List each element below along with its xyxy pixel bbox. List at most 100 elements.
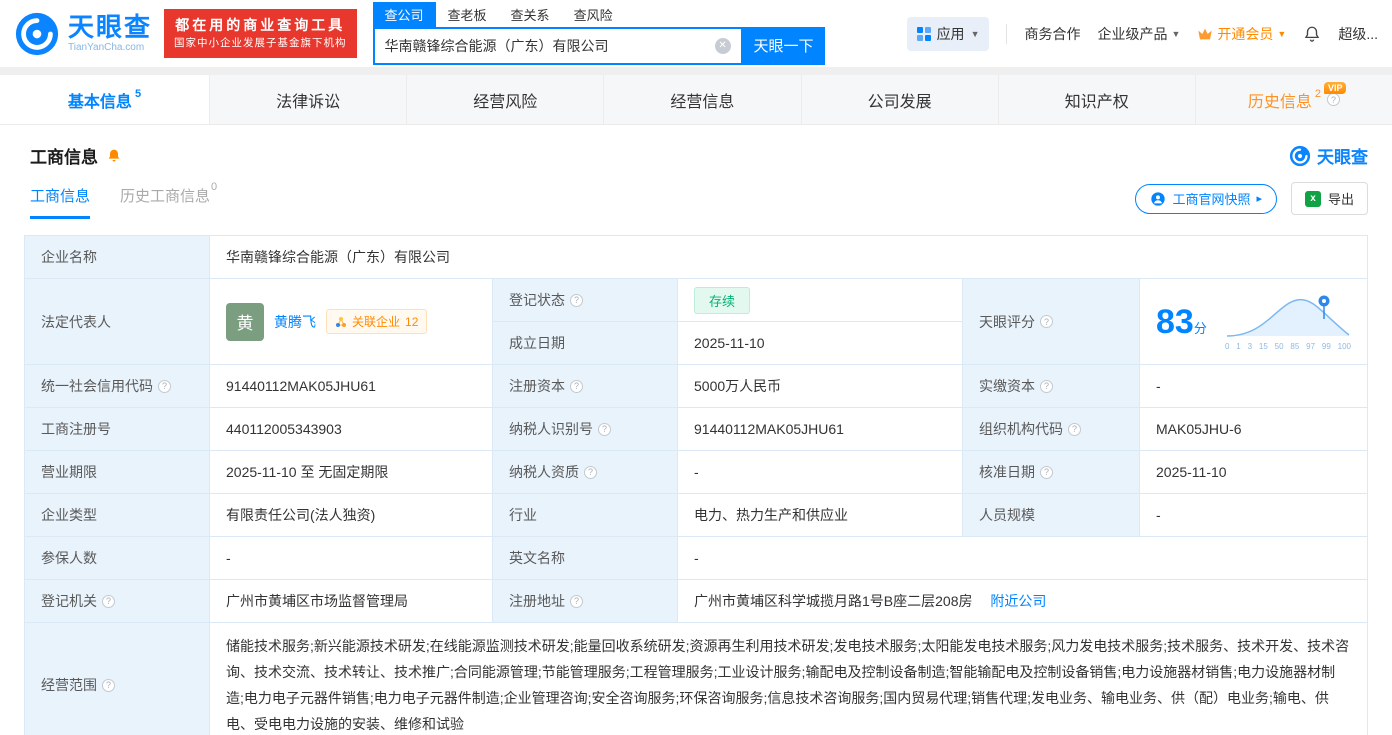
field-value-credit-code: 91440112MAK05JHU61 <box>209 364 493 408</box>
tianyancha-logo-icon <box>15 12 59 55</box>
help-icon[interactable]: ? <box>102 678 115 692</box>
vip-badge: VIP <box>1323 82 1347 94</box>
bell-icon[interactable] <box>1303 25 1321 43</box>
tianyancha-logo[interactable]: 天眼查 TianYanCha.com <box>14 11 152 57</box>
field-label-establish-date: 成立日期 <box>492 321 678 365</box>
chevron-down-icon: ▼ <box>1277 28 1287 39</box>
related-companies-tag[interactable]: 关联企业 12 <box>326 309 428 334</box>
field-value-org-code: MAK05JHU-6 <box>1139 407 1368 451</box>
field-label-reg-authority: 登记机关? <box>24 579 210 623</box>
field-label-reg-number: 工商注册号 <box>24 407 210 451</box>
search-tab-company[interactable]: 查公司 <box>372 1 436 27</box>
table-row: 经营范围? 储能技术服务;新兴能源技术研发;在线能源监测技术研发;能量回收系统研… <box>24 622 1368 735</box>
search-tab-relation[interactable]: 查关系 <box>499 2 562 27</box>
help-icon[interactable]: ? <box>1040 315 1053 328</box>
tab-legal-proceedings[interactable]: 法律诉讼 <box>209 75 406 124</box>
tab-basic-info[interactable]: 基本信息 5 <box>0 75 209 124</box>
field-value-reg-number: 440112005343903 <box>209 407 493 451</box>
tab-company-development[interactable]: 公司发展 <box>800 75 998 124</box>
field-label-paid-capital: 实缴资本? <box>962 364 1140 408</box>
top-menu: 应用 ▼ 商务合作 企业级产品 ▼ 开通会员 ▼ 超级... <box>906 16 1378 51</box>
menu-open-vip[interactable]: 开通会员 ▼ <box>1197 24 1286 44</box>
field-label-business-scope: 经营范围? <box>24 622 210 735</box>
search-tab-risk[interactable]: 查风险 <box>562 2 625 27</box>
subtab-history-business-info[interactable]: 历史工商信息0 <box>120 181 217 219</box>
field-label-reg-address: 注册地址? <box>492 579 678 623</box>
slogan-banner: 都在用的商业查询工具 国家中小企业发展子基金旗下机构 <box>164 9 357 58</box>
subscribe-bell-icon[interactable] <box>106 148 122 164</box>
field-value-business-term: 2025-11-10 至 无固定期限 <box>209 450 493 494</box>
table-row: 统一社会信用代码? 91440112MAK05JHU61 注册资本? 5000万… <box>24 364 1368 408</box>
official-snapshot-button[interactable]: 工商官网快照 ▸ <box>1135 183 1277 214</box>
tianyancha-logo-icon <box>1289 145 1311 166</box>
field-value-company-name: 华南赣锋综合能源（广东）有限公司 <box>209 235 1368 279</box>
field-value-industry: 电力、热力生产和供应业 <box>677 493 963 537</box>
help-icon[interactable]: ? <box>570 594 583 608</box>
tab-business-risk[interactable]: 经营风险 <box>406 75 603 124</box>
crown-icon <box>1198 28 1213 39</box>
related-graph-icon <box>336 316 346 327</box>
search-input-wrap: ✕ <box>372 26 743 65</box>
logo-title: 天眼查 <box>68 12 153 42</box>
field-label-business-term: 营业期限 <box>24 450 210 494</box>
field-value-reg-capital: 5000万人民币 <box>677 364 963 408</box>
help-icon[interactable]: ? <box>1040 379 1053 393</box>
score-axis-ticks: 0 1 3 15 50 85 97 99 100 <box>1225 342 1351 351</box>
search-input[interactable] <box>374 37 715 54</box>
search-tab-boss[interactable]: 查老板 <box>436 2 499 27</box>
export-button[interactable]: x 导出 <box>1290 182 1368 215</box>
field-label-english-name: 英文名称 <box>492 536 678 580</box>
help-icon[interactable]: ? <box>570 379 583 393</box>
clear-icon[interactable]: ✕ <box>714 37 731 54</box>
tab-business-info[interactable]: 经营信息 <box>603 75 800 124</box>
help-icon[interactable]: ? <box>1068 422 1081 436</box>
field-label-company-name: 企业名称 <box>24 235 210 279</box>
table-row: 法定代表人 黄 黄腾飞 关联企业 12 登记状态 ? 存续 天眼评分 ? 83分… <box>24 278 1368 365</box>
help-icon[interactable]: ? <box>158 379 171 393</box>
search-area: 查公司 查老板 查关系 查风险 ✕ 天眼一下 <box>372 1 825 65</box>
legal-rep-name-link[interactable]: 黄腾飞 <box>274 312 316 332</box>
table-row: 企业名称 华南赣锋综合能源（广东）有限公司 <box>24 235 1368 279</box>
field-label-insured-count: 参保人数 <box>24 536 210 580</box>
menu-enterprise-product[interactable]: 企业级产品 ▼ <box>1097 24 1180 44</box>
subtab-business-info[interactable]: 工商信息 <box>30 185 91 219</box>
person-badge-icon <box>1151 191 1166 206</box>
table-row: 工商注册号 440112005343903 纳税人识别号? 91440112MA… <box>24 407 1368 451</box>
chevron-down-icon: ▼ <box>970 28 980 39</box>
field-label-approval-date: 核准日期? <box>962 450 1140 494</box>
excel-icon: x <box>1304 190 1321 207</box>
field-label-company-type: 企业类型 <box>24 493 210 537</box>
field-value-insured-count: - <box>209 536 493 580</box>
menu-super[interactable]: 超级... <box>1338 24 1378 44</box>
field-value-english-name: - <box>677 536 1368 580</box>
field-label-taxpayer-quality: 纳税人资质? <box>492 450 678 494</box>
field-label-legal-rep: 法定代表人 <box>24 278 210 365</box>
help-icon[interactable]: ? <box>570 293 583 307</box>
help-icon[interactable]: ? <box>1327 93 1341 106</box>
legal-rep-avatar[interactable]: 黄 <box>226 302 264 341</box>
help-icon[interactable]: ? <box>1040 465 1053 479</box>
header-separator <box>0 67 1392 75</box>
field-value-taxpayer-quality: - <box>677 450 963 494</box>
field-value-business-scope: 储能技术服务;新兴能源技术研发;在线能源监测技术研发;能量回收系统研发;资源再生… <box>209 622 1368 735</box>
search-button[interactable]: 天眼一下 <box>742 26 825 65</box>
score-distribution-chart: 0 1 3 15 50 85 97 99 100 <box>1225 292 1351 351</box>
field-label-reg-capital: 注册资本? <box>492 364 678 408</box>
field-value-approval-date: 2025-11-10 <box>1139 450 1368 494</box>
tab-history-info[interactable]: VIP 历史信息 2 ? <box>1194 75 1392 124</box>
divider <box>1006 23 1008 44</box>
help-icon[interactable]: ? <box>598 422 611 436</box>
help-icon[interactable]: ? <box>584 465 597 479</box>
status-badge: 存续 <box>694 286 751 314</box>
field-label-taxpayer-id: 纳税人识别号? <box>492 407 678 451</box>
slogan-line2: 国家中小企业发展子基金旗下机构 <box>174 37 347 50</box>
main-content: 工商信息 天眼查 工商信息 历史工商信息0 工商官网快照 ▸ x 导出 企业名称… <box>0 125 1392 735</box>
menu-business-coop[interactable]: 商务合作 <box>1024 24 1080 44</box>
nearby-companies-link[interactable]: 附近公司 <box>990 593 1046 609</box>
score-value: 83 <box>1156 302 1194 341</box>
help-icon[interactable]: ? <box>102 594 115 608</box>
top-header: 天眼查 TianYanCha.com 都在用的商业查询工具 国家中小企业发展子基… <box>0 0 1392 67</box>
score-unit: 分 <box>1193 320 1207 336</box>
tab-intellectual-property[interactable]: 知识产权 <box>997 75 1195 124</box>
apps-menu[interactable]: 应用 ▼ <box>906 16 990 51</box>
